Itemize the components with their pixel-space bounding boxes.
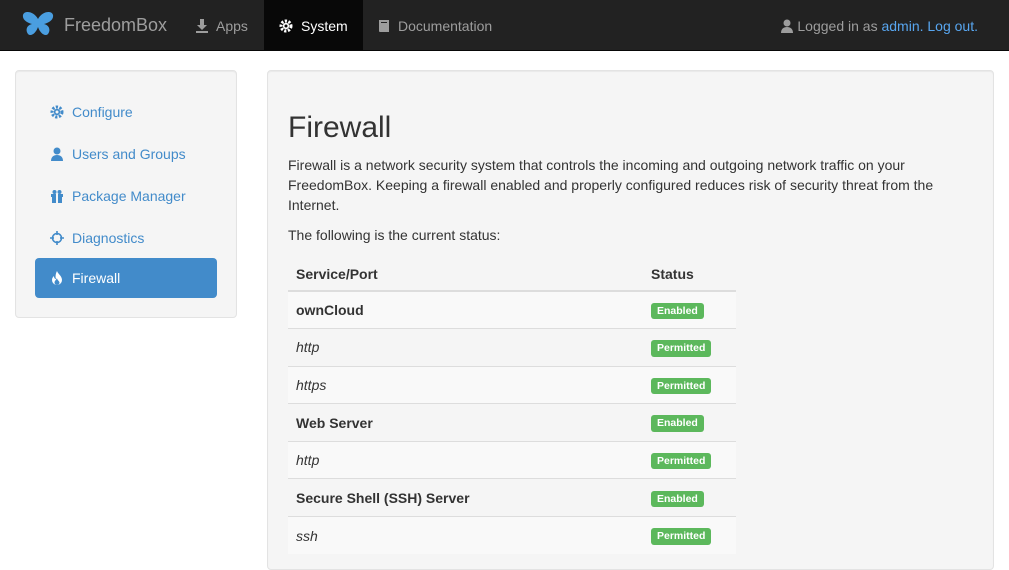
status-badge: Permitted [651, 377, 712, 395]
main-panel: Firewall Firewall is a network security … [267, 70, 994, 570]
logout-link[interactable]: Log out. [927, 18, 978, 34]
sidebar-item-label: Users and Groups [72, 146, 186, 162]
table-row: http Permitted [288, 440, 736, 479]
user-icon [50, 147, 64, 161]
sidebar-item-label: Configure [72, 104, 133, 120]
port-name: ssh [288, 516, 643, 555]
sidebar-item-configure[interactable]: Configure [35, 92, 217, 132]
column-header-status: Status [643, 257, 736, 292]
user-status: Logged in as admin. Log out. [781, 0, 978, 51]
service-name: ownCloud [288, 290, 643, 329]
table-row: Web Server Enabled [288, 403, 736, 442]
sidebar-item-diagnostics[interactable]: Diagnostics [35, 218, 217, 258]
butterfly-logo-icon [22, 11, 54, 40]
sidebar-item-label: Package Manager [72, 188, 186, 204]
column-header-service-port: Service/Port [288, 257, 643, 292]
nav-documentation-label: Documentation [398, 17, 493, 34]
gift-icon [50, 189, 64, 203]
status-intro: The following is the current status: [288, 227, 501, 243]
status-badge: Enabled [651, 302, 704, 320]
port-name: http [288, 440, 643, 479]
nav-apps-label: Apps [216, 17, 248, 34]
port-name: https [288, 365, 643, 404]
status-badge: Enabled [651, 490, 704, 508]
nav-apps[interactable]: Apps [196, 0, 248, 51]
gear-icon [50, 105, 64, 119]
brand-link[interactable]: FreedomBox [22, 0, 167, 51]
nav-system[interactable]: System [264, 0, 363, 51]
status-badge: Enabled [651, 415, 704, 432]
firewall-status-table: Service/Port Status ownCloud Enabled htt… [288, 257, 736, 555]
service-name: Web Server [288, 403, 643, 442]
status-badge: Permitted [651, 528, 712, 545]
top-navbar: FreedomBox Apps System Documentation Log… [0, 0, 1009, 51]
table-row: Secure Shell (SSH) Server Enabled [288, 478, 736, 517]
status-badge: Permitted [651, 340, 712, 357]
fire-icon [50, 271, 64, 285]
service-name: Secure Shell (SSH) Server [288, 478, 643, 517]
table-row: https Permitted [288, 365, 736, 404]
download-icon [196, 18, 208, 33]
sidebar-item-package-manager[interactable]: Package Manager [35, 176, 217, 216]
status-badge: Permitted [651, 452, 712, 470]
username-link[interactable]: admin. [881, 18, 923, 34]
sidebar: Configure Users and Groups Package Manag… [15, 70, 237, 318]
port-name: http [288, 328, 643, 367]
nav-system-label: System [301, 17, 348, 34]
user-icon [781, 19, 794, 33]
sidebar-item-label: Diagnostics [72, 230, 145, 246]
brand-name: FreedomBox [64, 15, 168, 35]
logged-in-text: Logged in as [797, 17, 878, 34]
gear-icon [279, 19, 293, 33]
crosshair-icon [50, 231, 64, 245]
table-row: ownCloud Enabled [288, 290, 736, 329]
sidebar-item-users-and-groups[interactable]: Users and Groups [35, 134, 217, 174]
sidebar-item-firewall[interactable]: Firewall [35, 258, 217, 298]
nav-documentation[interactable]: Documentation [378, 0, 492, 51]
sidebar-item-label: Firewall [72, 270, 121, 286]
table-header-row: Service/Port Status [288, 257, 736, 292]
book-icon [378, 19, 390, 33]
firewall-description: Firewall is a network security system th… [288, 157, 934, 213]
page-title: Firewall [288, 111, 392, 144]
table-row: http Permitted [288, 328, 736, 367]
table-row: ssh Permitted [288, 516, 736, 555]
